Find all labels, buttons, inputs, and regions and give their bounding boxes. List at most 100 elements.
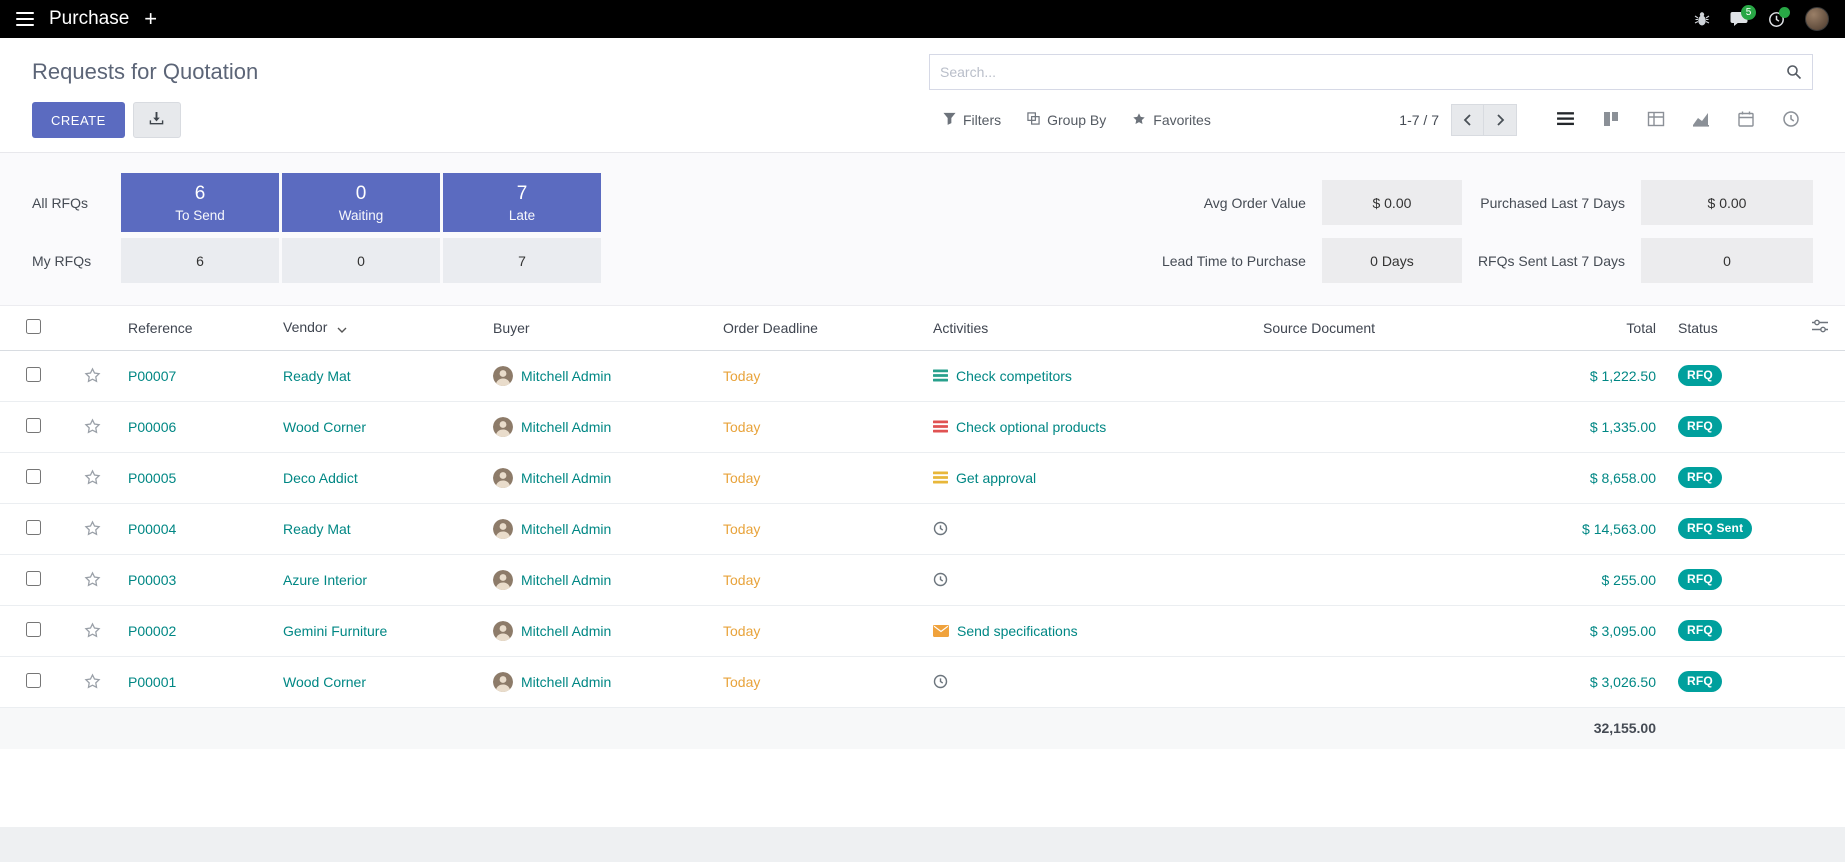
filters-button[interactable]: Filters [943,112,1001,128]
rfq-table-row[interactable]: P00002 Gemini Furniture Mitchell Admin T… [0,605,1845,656]
vendor-link[interactable]: Deco Addict [283,470,358,486]
buyer-link[interactable]: Mitchell Admin [521,572,611,588]
select-all-checkbox[interactable] [26,319,41,334]
tile-waiting[interactable]: 0 Waiting [282,173,440,232]
kpi-rfqs-sent-last-7-days[interactable]: 0 [1641,238,1813,283]
clock-icon[interactable] [933,674,948,689]
my-late-tile[interactable]: 7 [443,238,601,283]
vendor-link[interactable]: Wood Corner [283,674,366,690]
group-by-label: Group By [1047,112,1106,128]
reference-link[interactable]: P00002 [128,623,176,639]
rfq-table-row[interactable]: P00005 Deco Addict Mitchell Admin Today … [0,452,1845,503]
my-waiting-tile[interactable]: 0 [282,238,440,283]
rfq-table-row[interactable]: P00006 Wood Corner Mitchell Admin Today … [0,401,1845,452]
reference-link[interactable]: P00004 [128,521,176,537]
kpi-avg-order-value[interactable]: $ 0.00 [1322,180,1462,225]
tile-late[interactable]: 7 Late [443,173,601,232]
tasks-icon[interactable] [933,420,948,433]
activity-link[interactable]: Send specifications [957,623,1078,639]
all-rfqs-label[interactable]: All RFQs [32,173,118,232]
debug-bug-icon[interactable] [1694,11,1710,27]
buyer-link[interactable]: Mitchell Admin [521,623,611,639]
header-status[interactable]: Status [1670,306,1795,350]
row-checkbox[interactable] [26,520,41,535]
user-avatar[interactable] [1805,7,1829,31]
header-reference[interactable]: Reference [120,306,275,350]
vendor-link[interactable]: Azure Interior [283,572,367,588]
favorite-star-icon[interactable] [84,418,101,435]
view-graph-button[interactable] [1678,104,1723,136]
group-by-button[interactable]: Group By [1027,112,1106,128]
vendor-link[interactable]: Gemini Furniture [283,623,387,639]
reference-link[interactable]: P00007 [128,368,176,384]
buyer-link[interactable]: Mitchell Admin [521,368,611,384]
my-rfqs-label[interactable]: My RFQs [32,238,118,283]
envelope-icon[interactable] [933,625,949,637]
source-document-cell [1255,656,1505,707]
favorite-star-icon[interactable] [84,622,101,639]
export-button[interactable] [133,102,181,138]
search-icon[interactable] [1786,64,1802,80]
view-kanban-button[interactable] [1588,104,1633,136]
reference-link[interactable]: P00003 [128,572,176,588]
vendor-link[interactable]: Wood Corner [283,419,366,435]
row-checkbox[interactable] [26,469,41,484]
vendor-link[interactable]: Ready Mat [283,368,351,384]
favorites-button[interactable]: Favorites [1132,112,1211,129]
apps-menu-icon[interactable] [16,12,34,26]
search-box[interactable] [929,54,1813,90]
my-to-send-tile[interactable]: 6 [121,238,279,283]
create-button[interactable]: CREATE [32,102,125,138]
clock-icon[interactable] [933,521,948,536]
buyer-link[interactable]: Mitchell Admin [521,419,611,435]
header-order-deadline[interactable]: Order Deadline [715,306,925,350]
rfq-table-row[interactable]: P00003 Azure Interior Mitchell Admin Tod… [0,554,1845,605]
row-checkbox[interactable] [26,418,41,433]
reference-link[interactable]: P00001 [128,674,176,690]
view-activity-button[interactable] [1768,104,1813,136]
activities-clock-icon[interactable] [1768,11,1785,28]
kpi-lead-time[interactable]: 0 Days [1322,238,1462,283]
activity-link[interactable]: Check competitors [956,368,1072,384]
vendor-link[interactable]: Ready Mat [283,521,351,537]
messages-icon[interactable]: 5 [1730,11,1748,27]
optional-columns-button[interactable] [1795,306,1845,350]
favorite-star-icon[interactable] [84,520,101,537]
favorite-star-icon[interactable] [84,469,101,486]
buyer-link[interactable]: Mitchell Admin [521,470,611,486]
header-source-document[interactable]: Source Document [1255,306,1505,350]
plus-icon[interactable]: + [144,8,157,30]
row-checkbox[interactable] [26,673,41,688]
pager-next-button[interactable] [1484,104,1517,136]
rfq-table-row[interactable]: P00001 Wood Corner Mitchell Admin Today … [0,656,1845,707]
favorite-star-icon[interactable] [84,571,101,588]
activity-link[interactable]: Get approval [956,470,1036,486]
reference-link[interactable]: P00006 [128,419,176,435]
row-checkbox[interactable] [26,367,41,382]
rfq-table-row[interactable]: P00004 Ready Mat Mitchell Admin Today $ … [0,503,1845,554]
view-calendar-button[interactable] [1723,104,1768,136]
search-input[interactable] [940,64,1786,80]
favorite-star-icon[interactable] [84,673,101,690]
kpi-purchased-last-7-days[interactable]: $ 0.00 [1641,180,1813,225]
header-buyer[interactable]: Buyer [485,306,715,350]
tile-to-send[interactable]: 6 To Send [121,173,279,232]
app-name[interactable]: Purchase [49,8,129,30]
tasks-icon[interactable] [933,471,948,484]
header-vendor[interactable]: Vendor [275,306,485,350]
header-activities[interactable]: Activities [925,306,1255,350]
clock-icon[interactable] [933,572,948,587]
favorite-star-icon[interactable] [84,367,101,384]
view-pivot-button[interactable] [1633,104,1678,136]
reference-link[interactable]: P00005 [128,470,176,486]
row-checkbox[interactable] [26,571,41,586]
pager-previous-button[interactable] [1451,104,1484,136]
buyer-link[interactable]: Mitchell Admin [521,674,611,690]
view-list-button[interactable] [1543,104,1588,136]
tasks-icon[interactable] [933,369,948,382]
header-total[interactable]: Total [1505,306,1670,350]
buyer-link[interactable]: Mitchell Admin [521,521,611,537]
rfq-table-row[interactable]: P00007 Ready Mat Mitchell Admin Today Ch… [0,350,1845,401]
row-checkbox[interactable] [26,622,41,637]
activity-link[interactable]: Check optional products [956,419,1106,435]
